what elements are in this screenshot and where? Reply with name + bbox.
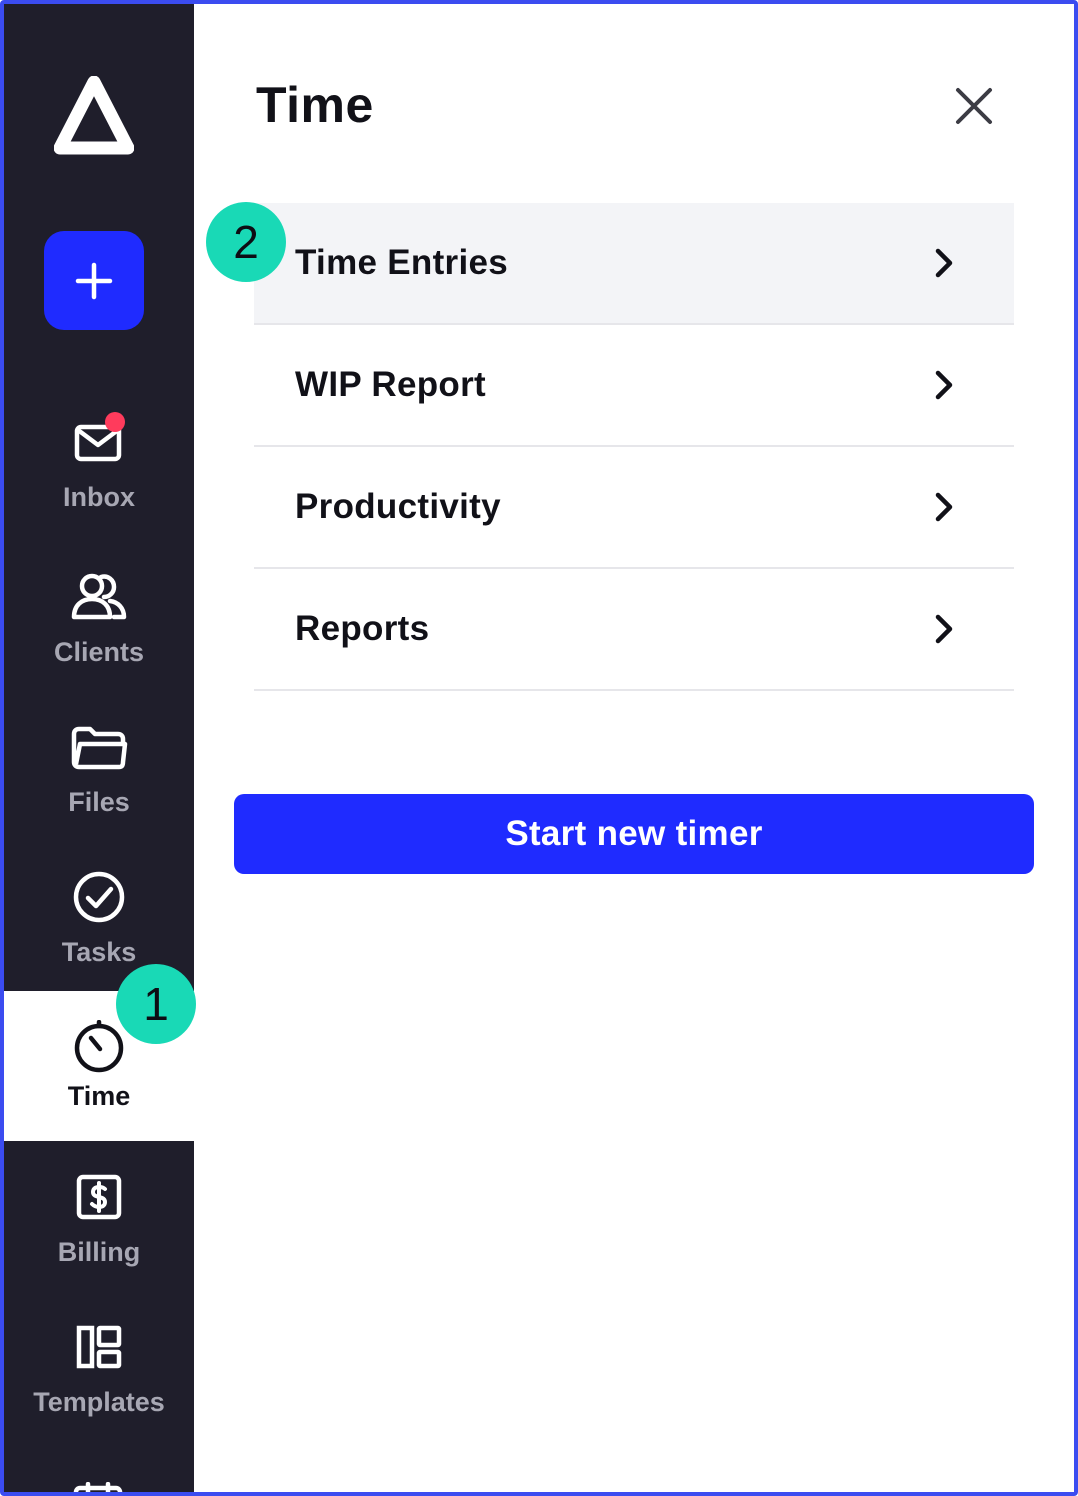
menu-item-wip-report[interactable]: WIP Report (254, 325, 1014, 447)
close-icon (956, 88, 992, 124)
sidebar-item-label: Inbox (63, 482, 135, 512)
sidebar-item-files[interactable]: Files (4, 717, 194, 867)
menu-item-label: WIP Report (295, 365, 486, 404)
folder-icon (69, 717, 129, 777)
sidebar-item-label: Templates (33, 1387, 165, 1417)
sidebar-item-billing[interactable]: Billing (4, 1167, 194, 1317)
chevron-right-icon (935, 370, 953, 400)
sidebar-item-label: Time (67, 1081, 131, 1111)
notification-dot (105, 412, 125, 432)
sidebar-item-label: Clients (53, 637, 145, 667)
dollar-icon (69, 1167, 129, 1227)
step-badge-1: 1 (116, 964, 196, 1044)
chevron-right-icon (935, 248, 953, 278)
close-button[interactable] (950, 80, 998, 132)
sidebar-item-clients[interactable]: Clients (4, 567, 194, 717)
sidebar-item-label: Files (68, 787, 130, 817)
app-logo[interactable] (53, 75, 135, 156)
menu-item-time-entries[interactable]: Time Entries (254, 203, 1014, 325)
step-badge-2: 2 (206, 202, 286, 282)
chevron-right-icon (935, 492, 953, 522)
layout-icon (69, 1317, 129, 1377)
stopwatch-icon (69, 1017, 129, 1077)
start-new-timer-button[interactable]: Start new timer (234, 794, 1034, 874)
sidebar: Inbox Clients Files Tasks Time Billing T… (4, 4, 194, 1492)
sidebar-item-templates[interactable]: Templates (4, 1317, 194, 1467)
start-new-timer-label: Start new timer (505, 814, 763, 853)
users-icon (69, 567, 129, 627)
sidebar-item-inbox[interactable]: Inbox (4, 412, 194, 562)
menu-item-label: Reports (295, 609, 430, 648)
menu-item-reports[interactable]: Reports (254, 569, 1014, 691)
chevron-right-icon (935, 614, 953, 644)
app-frame: Inbox Clients Files Tasks Time Billing T… (0, 0, 1078, 1496)
add-button[interactable] (44, 231, 144, 330)
plus-icon (75, 262, 113, 299)
menu-item-productivity[interactable]: Productivity (254, 447, 1014, 569)
sidebar-item-label: Billing (57, 1237, 141, 1267)
menu-item-label: Productivity (295, 487, 501, 526)
menu-item-label: Time Entries (295, 243, 509, 282)
check-circle-icon (69, 867, 129, 927)
time-menu-list: Time Entries WIP Report Productivity Rep… (254, 203, 1014, 691)
mail-icon (69, 412, 129, 472)
sidebar-item-label: Tasks (61, 937, 137, 967)
page-title: Time (256, 77, 374, 133)
calendar-icon[interactable] (72, 1482, 124, 1492)
